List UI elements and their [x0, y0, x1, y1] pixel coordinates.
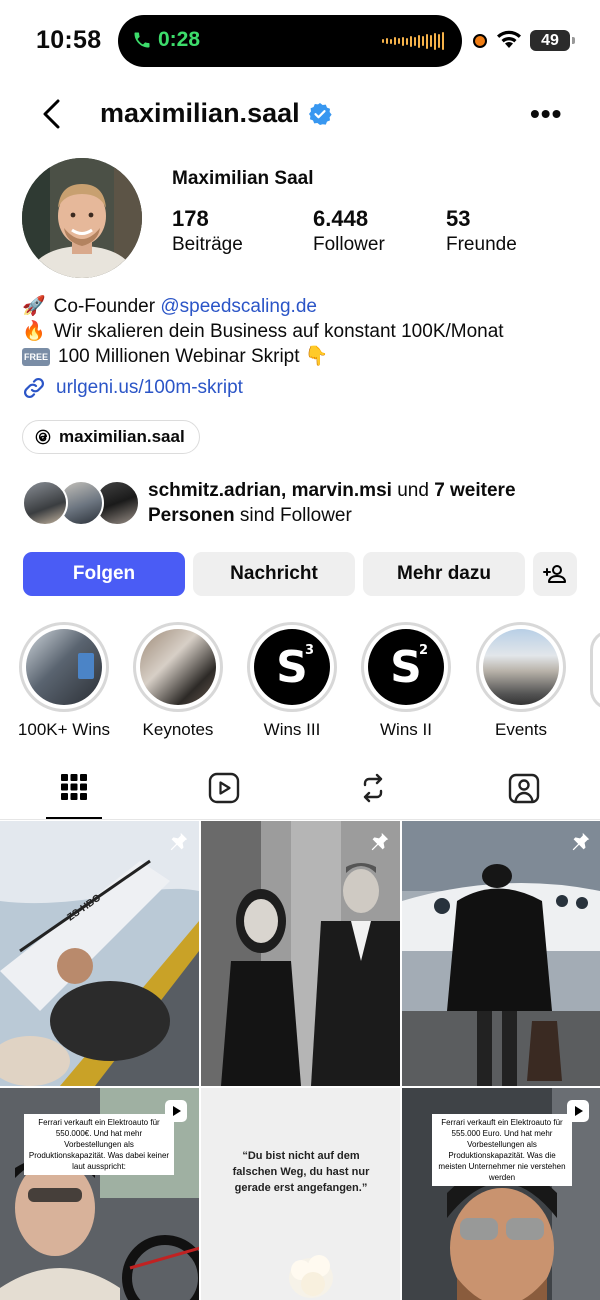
story-highlight-partial[interactable]	[590, 630, 600, 710]
stat-posts[interactable]: 178 Beiträge	[172, 206, 243, 256]
highlight-cover	[26, 629, 102, 705]
reel-icon	[567, 1100, 589, 1122]
call-timer: 0:28	[158, 28, 201, 51]
grid-icon	[61, 774, 87, 800]
profile-tabs	[0, 760, 600, 820]
highlight-label: Keynotes	[142, 720, 214, 739]
bio-line: 🔥 Wir skalieren dein Business auf konsta…	[22, 319, 582, 344]
reels-icon	[208, 772, 240, 804]
post-quote: “Du bist nicht auf dem falschen Weg, du …	[232, 1150, 370, 1194]
profile-link-text: urlgeni.us/100m-skript	[56, 377, 243, 398]
highlight-cover: S3	[254, 629, 330, 705]
page-title: maximilian.saal	[100, 98, 332, 129]
pinned-icon	[572, 832, 590, 851]
back-arrow-icon[interactable]	[38, 98, 68, 130]
post-caption-overlay: Ferrari verkauft ein Elektroauto für 555…	[432, 1114, 572, 1186]
post-image: ZS-HBO	[0, 821, 199, 1086]
active-tab-indicator	[46, 817, 102, 819]
message-button[interactable]: Nachricht	[193, 552, 355, 596]
bio-text: 100 Millionen Webinar Skript 👇	[58, 346, 329, 367]
highlight-cover	[483, 629, 559, 705]
tab-reposts[interactable]	[343, 772, 403, 808]
add-user-icon	[543, 565, 566, 583]
threads-icon	[35, 429, 51, 445]
phone-icon	[134, 32, 150, 48]
stat-followers-value: 6.448	[313, 206, 369, 231]
profile-bio: 🚀 Co-Founder @speedscaling.de 🔥 Wir skal…	[22, 294, 582, 369]
post-tile[interactable]: Ferrari verkauft ein Elektroauto für 555…	[402, 1088, 600, 1300]
post-image	[201, 821, 400, 1086]
follow-button[interactable]: Folgen	[23, 552, 185, 596]
call-indicator: 0:28	[132, 28, 200, 52]
stat-friends-label: Freunde	[446, 234, 517, 255]
mutual-followers-text: schmitz.adrian, marvin.msi und 7 weitere…	[148, 480, 516, 526]
bio-text: Wir skalieren dein Business auf konstant…	[53, 321, 504, 342]
avatar	[22, 480, 68, 526]
audio-wave-icon	[382, 32, 444, 50]
highlight-label: Wins II	[380, 720, 432, 739]
wifi-icon	[497, 30, 521, 48]
story-highlight[interactable]: Events	[472, 622, 570, 740]
mutual-followers[interactable]: schmitz.adrian, marvin.msi und 7 weitere…	[22, 478, 582, 530]
pinned-icon	[170, 832, 188, 851]
profile-link[interactable]: urlgeni.us/100m-skript	[22, 376, 243, 400]
more-info-button[interactable]: Mehr dazu	[363, 552, 525, 596]
bio-mention-link[interactable]: @speedscaling.de	[160, 296, 317, 317]
post-tile[interactable]	[201, 821, 400, 1086]
free-badge-icon: FREE	[22, 347, 51, 366]
profile-full-name: Maximilian Saal	[172, 168, 314, 189]
post-tile[interactable]	[402, 821, 600, 1086]
highlight-label: 100K+ Wins	[17, 720, 111, 739]
bio-text: Co-Founder	[53, 296, 161, 317]
bio-line: FREE 100 Millionen Webinar Skript 👇	[22, 344, 582, 369]
reel-icon	[165, 1100, 187, 1122]
status-time: 10:58	[36, 26, 102, 54]
avatar[interactable]	[22, 158, 142, 278]
story-highlight[interactable]: 100K+ Wins	[15, 622, 113, 740]
fire-icon: 🔥	[22, 321, 46, 342]
battery-icon: 49	[530, 30, 575, 51]
threads-badge[interactable]: maximilian.saal	[22, 420, 200, 454]
post-tile[interactable]: Ferrari verkauft ein Elektroauto für 550…	[0, 1088, 199, 1300]
highlight-label: Events	[495, 720, 547, 739]
highlight-cover: S2	[368, 629, 444, 705]
profile-header: maximilian.saal •••	[0, 88, 600, 140]
bio-line: 🚀 Co-Founder @speedscaling.de	[22, 294, 582, 319]
tab-grid[interactable]	[44, 772, 104, 808]
story-highlight[interactable]: S3 Wins III	[243, 622, 341, 740]
tab-reels[interactable]	[194, 772, 254, 808]
post-caption-overlay: Ferrari verkauft ein Elektroauto für 550…	[24, 1114, 174, 1175]
post-tile[interactable]: ZS-HBO	[0, 821, 199, 1086]
more-options-icon[interactable]: •••	[530, 98, 562, 130]
reposts-icon	[363, 773, 383, 803]
verified-badge-icon	[308, 102, 332, 125]
stat-followers-label: Follower	[313, 234, 385, 255]
rocket-icon: 🚀	[22, 296, 46, 317]
highlight-cover	[140, 629, 216, 705]
story-highlight[interactable]: S2 Wins II	[357, 622, 455, 740]
stat-posts-label: Beiträge	[172, 234, 243, 255]
profile-username: maximilian.saal	[100, 98, 300, 128]
link-icon	[23, 377, 45, 399]
pinned-icon	[371, 832, 389, 851]
post-tile[interactable]: “Du bist nicht auf dem falschen Weg, du …	[201, 1088, 400, 1300]
story-highlight[interactable]: Keynotes	[129, 622, 227, 740]
threads-handle: maximilian.saal	[59, 427, 185, 446]
stat-friends-value: 53	[446, 206, 471, 231]
stat-posts-value: 178	[172, 206, 209, 231]
suggest-users-button[interactable]	[533, 552, 577, 596]
post-image	[402, 821, 600, 1086]
dynamic-island[interactable]: 0:28	[118, 15, 462, 67]
stat-friends[interactable]: 53 Freunde	[446, 206, 517, 256]
tagged-icon	[508, 773, 540, 804]
highlight-label: Wins III	[263, 720, 321, 739]
tab-tagged[interactable]	[494, 772, 554, 808]
status-bar: 10:58 0:28 49	[0, 0, 600, 80]
stat-followers[interactable]: 6.448 Follower	[313, 206, 385, 256]
mic-indicator-icon	[473, 34, 487, 48]
avatar-photo	[22, 158, 142, 278]
